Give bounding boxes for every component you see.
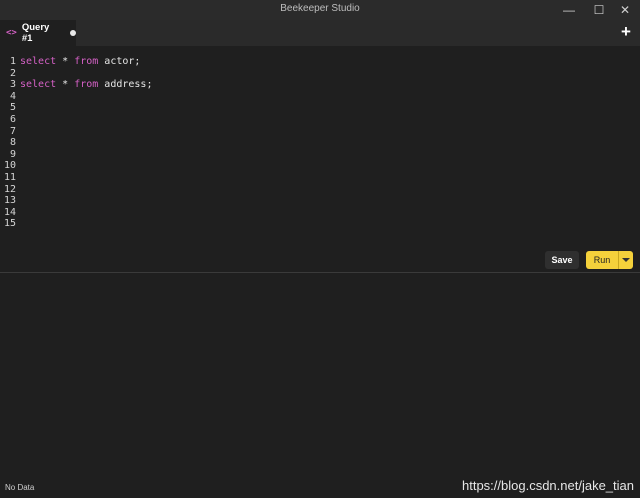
close-icon[interactable]: ✕ [610, 0, 640, 20]
tab-label: Query #1 [21, 22, 50, 44]
line-number: 10 [3, 160, 16, 172]
line-number: 7 [9, 125, 16, 137]
status-bar: No Data https://blog.csdn.net/jake_tian [0, 478, 640, 498]
keyword: from [74, 56, 99, 67]
code-text: select * from address; [16, 79, 152, 91]
line-number: 3 [9, 79, 16, 91]
editor-line: 1 select * from actor; [0, 56, 640, 68]
add-tab-button[interactable]: + [618, 22, 634, 42]
minimize-icon[interactable]: — [554, 0, 584, 20]
editor-line: 12 [0, 184, 640, 196]
save-button[interactable]: Save [545, 251, 579, 269]
editor-line: 14 [0, 207, 640, 219]
line-number: 2 [9, 67, 16, 79]
run-button[interactable]: Run [586, 251, 618, 269]
line-number: 14 [3, 206, 16, 218]
editor-line: 4 [0, 91, 640, 103]
unsaved-dot-icon[interactable] [70, 30, 76, 36]
line-number: 11 [3, 171, 16, 183]
window-title: Beekeeper Studio [280, 3, 360, 14]
editor-line: 3 select * from address; [0, 79, 640, 91]
editor-line: 10 [0, 160, 640, 172]
keyword: from [74, 79, 99, 91]
line-number: 13 [3, 195, 16, 207]
editor-line: 6 [0, 114, 640, 126]
line-number: 12 [3, 183, 16, 195]
editor-line: 15 [0, 218, 640, 230]
line-number: 5 [9, 102, 16, 114]
code-fragment: actor; [98, 56, 141, 67]
editor-line: 9 [0, 149, 640, 161]
line-number: 4 [9, 90, 16, 102]
line-number: 9 [9, 148, 16, 160]
watermark: https://blog.csdn.net/jake_tian [461, 478, 634, 493]
line-number: 15 [3, 218, 16, 230]
line-number: 6 [9, 113, 16, 125]
results-panel [0, 273, 640, 478]
editor-line: 8 [0, 137, 640, 149]
code-fragment: address; [98, 79, 153, 91]
tab-query-1[interactable]: <> Query #1 [0, 20, 76, 46]
line-number: 1 [9, 56, 16, 67]
code-fragment: * [56, 56, 75, 67]
chevron-down-icon [622, 258, 630, 262]
editor-line: 2 [0, 68, 640, 80]
run-options-dropdown[interactable] [618, 251, 633, 269]
editor-line: 13 [0, 195, 640, 207]
code-icon: <> [6, 28, 17, 38]
editor-line: 11 [0, 172, 640, 184]
keyword: select [20, 79, 57, 91]
line-number: 8 [9, 137, 16, 149]
query-editor[interactable]: 1 select * from actor; 2 3 select * from… [0, 56, 640, 236]
code-text: select * from actor; [16, 56, 140, 68]
editor-line: 7 [0, 126, 640, 138]
status-text: No Data [5, 483, 35, 492]
tab-bar: <> Query #1 [0, 20, 640, 46]
title-bar: Beekeeper Studio — ☐ ✕ [0, 0, 640, 20]
code-fragment: * [56, 79, 75, 91]
keyword: select [20, 56, 57, 67]
editor-line: 5 [0, 102, 640, 114]
